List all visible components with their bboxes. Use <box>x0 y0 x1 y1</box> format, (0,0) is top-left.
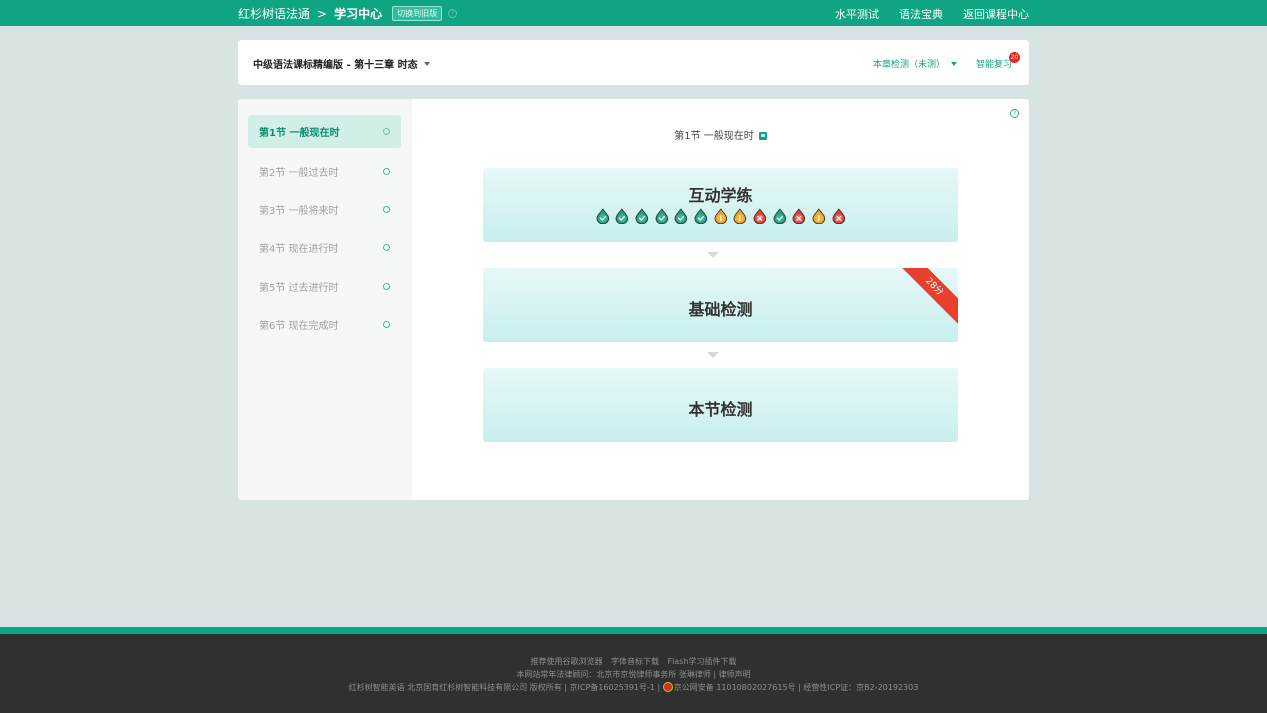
footer-legal: 本网站常年法律顾问：北京市京悦律师事务所 张琳律师 | 律师声明 <box>516 670 751 679</box>
warning-drop-icon <box>714 208 727 224</box>
block-label: 基础检测 <box>688 300 753 319</box>
flow-arrow-icon <box>707 252 719 258</box>
warning-drop-icon <box>733 208 747 224</box>
course-header: 中级语法课标精编版 - 第十三章 时态 本章检测（未测） 智能复习 20 <box>238 40 1029 85</box>
correct-drop-icon <box>596 208 609 224</box>
footer-link-chrome[interactable]: 推荐使用谷歌浏览器 <box>530 657 602 666</box>
sidebar-item-section-2[interactable]: 第2节 一般过去时 <box>248 155 401 188</box>
sidebar-item-label: 第5节 过去进行时 <box>259 283 339 294</box>
status-circle-icon <box>383 244 390 251</box>
book-icon[interactable] <box>758 132 767 140</box>
status-circle-icon <box>383 321 390 328</box>
sidebar-item-label: 第6节 现在完成时 <box>259 321 339 332</box>
correct-drop-icon <box>694 208 708 224</box>
sidebar-item-label: 第4节 现在进行时 <box>259 244 339 255</box>
wrong-drop-icon <box>792 208 806 224</box>
correct-drop-icon <box>655 208 668 224</box>
section-sidebar: 第1节 一般现在时 第2节 一般过去时 第3节 一般将来时 第4节 现在进行时 … <box>238 99 412 500</box>
sidebar-item-label: 第1节 一般现在时 <box>259 128 340 139</box>
sidebar-item-section-4[interactable]: 第4节 现在进行时 <box>248 231 401 264</box>
sidebar-item-section-1[interactable]: 第1节 一般现在时 <box>248 115 401 148</box>
breadcrumb: 红杉树语法通 > 学习中心 切换到旧版 ? <box>238 5 458 22</box>
nav-back-to-courses[interactable]: 返回课程中心 <box>963 6 1029 22</box>
brand-link[interactable]: 红杉树语法通 <box>238 5 310 22</box>
basic-test-block[interactable]: 基础检测 28分 <box>483 268 958 342</box>
copyright-text: 红杉树智能英语 北京国育红杉树智能科技有限公司 版权所有 | 京ICP备1602… <box>348 683 661 692</box>
practice-progress <box>483 208 958 224</box>
section-test-block[interactable]: 本节检测 <box>483 368 958 442</box>
flow-arrow-icon <box>707 352 719 358</box>
footer-copyright: 红杉树智能英语 北京国育红杉树智能科技有限公司 版权所有 | 京ICP备1602… <box>0 682 1267 693</box>
chapter-test-dropdown[interactable]: 本章检测（未测） <box>873 57 958 70</box>
switch-old-version-button[interactable]: 切换到旧版 <box>392 6 443 21</box>
sidebar-item-section-5[interactable]: 第5节 过去进行时 <box>248 270 401 303</box>
footer: 推荐使用谷歌浏览器 字体音标下载 Flash学习插件下载 本网站常年法律顾问：北… <box>0 634 1267 713</box>
chevron-down-icon <box>951 61 958 66</box>
correct-drop-icon <box>773 208 786 224</box>
correct-drop-icon <box>615 208 629 224</box>
block-label: 互动学练 <box>688 186 753 205</box>
main-panel: 第1节 一般现在时 第2节 一般过去时 第3节 一般将来时 第4节 现在进行时 … <box>238 99 1029 500</box>
nav-grammar-dictionary[interactable]: 语法宝典 <box>899 6 943 22</box>
correct-drop-icon <box>635 208 649 224</box>
block-label: 本节检测 <box>688 400 753 419</box>
footer-link-flash[interactable]: Flash学习插件下载 <box>668 657 737 666</box>
sidebar-item-label: 第3节 一般将来时 <box>259 206 339 217</box>
section-title-text: 第1节 一般现在时 <box>674 131 754 142</box>
help-icon[interactable]: ? <box>1010 109 1019 118</box>
correct-drop-icon <box>674 208 688 224</box>
sidebar-item-label: 第2节 一般过去时 <box>259 168 339 179</box>
chevron-down-icon <box>423 61 430 66</box>
footer-links: 推荐使用谷歌浏览器 字体音标下载 Flash学习插件下载 <box>0 656 1267 667</box>
course-selector[interactable]: 中级语法课标精编版 - 第十三章 时态 <box>253 56 430 71</box>
smart-review-link[interactable]: 智能复习 <box>976 57 1012 70</box>
course-title: 中级语法课标精编版 - 第十三章 时态 <box>253 60 418 71</box>
help-icon[interactable]: ? <box>448 9 458 18</box>
interactive-practice-block[interactable]: 互动学练 <box>483 168 958 242</box>
wrong-drop-icon <box>753 208 767 224</box>
police-record-text[interactable]: 京公网安备 11010802027615号 | 经营性ICP证：京B2-2019… <box>674 683 919 692</box>
section-title: 第1节 一般现在时 <box>412 127 1029 142</box>
review-count-badge: 20 <box>1009 52 1020 63</box>
chapter-test-label: 本章检测（未测） <box>873 60 946 70</box>
status-circle-icon <box>383 206 390 213</box>
status-circle-icon <box>383 283 390 290</box>
sidebar-item-section-3[interactable]: 第3节 一般将来时 <box>248 193 401 226</box>
footer-divider <box>0 627 1267 634</box>
breadcrumb-separator: > <box>317 6 328 21</box>
police-badge-icon <box>662 682 673 692</box>
status-circle-icon <box>383 168 390 175</box>
top-nav: 水平测试 语法宝典 返回课程中心 <box>835 6 1029 22</box>
wrong-drop-icon <box>832 208 845 224</box>
section-content: ? 第1节 一般现在时 互动学练 基础检测 28分 本节检测 <box>412 99 1029 500</box>
warning-drop-icon <box>812 208 826 224</box>
status-circle-icon <box>383 128 390 135</box>
nav-level-test[interactable]: 水平测试 <box>835 6 879 22</box>
sidebar-item-section-6[interactable]: 第6节 现在完成时 <box>248 308 401 341</box>
breadcrumb-current: 学习中心 <box>334 7 383 21</box>
top-navbar: 红杉树语法通 > 学习中心 切换到旧版 ? 水平测试 语法宝典 返回课程中心 <box>0 0 1267 26</box>
footer-link-fonts[interactable]: 字体音标下载 <box>611 657 659 666</box>
